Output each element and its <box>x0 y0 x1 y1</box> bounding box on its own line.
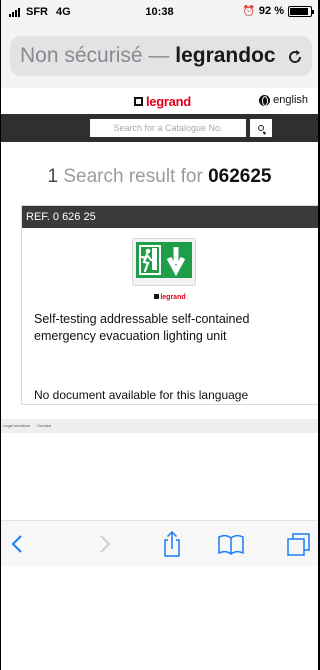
globe-icon <box>259 94 271 106</box>
tabs-button[interactable] <box>284 529 314 559</box>
bookmarks-icon <box>218 534 244 555</box>
bookmarks-button[interactable] <box>216 529 246 559</box>
result-count: 1 <box>47 166 59 187</box>
product-image[interactable] <box>132 238 196 286</box>
tabs-icon <box>287 533 310 556</box>
search-icon <box>258 125 264 131</box>
language-label: english <box>273 94 308 106</box>
security-label: Non sécurisé — <box>20 44 170 67</box>
logo-mark-icon <box>134 97 143 106</box>
product-brand-logo: legrand <box>22 294 318 301</box>
footer-link-legal[interactable]: Legal mentions <box>3 423 30 428</box>
logo-text: legrand <box>146 94 191 109</box>
share-button[interactable] <box>157 529 187 559</box>
address-bar[interactable]: Non sécurisé — legrandoc <box>10 36 312 76</box>
mini-logo-mark-icon <box>154 294 160 299</box>
reload-icon <box>289 49 302 63</box>
documents-notice: No document available for this language <box>34 388 249 402</box>
site-footer: Legal mentions Contact <box>1 419 318 433</box>
browser-address-area: Non sécurisé — legrandoc <box>1 26 318 88</box>
search-button[interactable] <box>250 119 272 137</box>
battery-fill <box>290 7 308 15</box>
result-label: Search result for <box>63 166 203 187</box>
card-divider <box>22 404 318 405</box>
back-button[interactable] <box>3 529 33 559</box>
back-icon <box>11 535 22 553</box>
forward-button[interactable] <box>89 529 119 559</box>
alarm-icon: ⏰ <box>242 5 255 17</box>
legrand-logo[interactable]: legrand <box>134 94 191 109</box>
footer-link-contact[interactable]: Contact <box>37 423 51 428</box>
reload-button[interactable] <box>282 36 304 76</box>
product-reference: REF. 0 626 25 <box>22 206 318 228</box>
product-brand-text: legrand <box>160 294 186 301</box>
product-description[interactable]: Self-testing addressable self-contained … <box>34 311 304 345</box>
catalogue-search-input[interactable] <box>90 119 246 137</box>
phone-screen: SFR 4G 10:38 ⏰ 92 % Non sécurisé — legra… <box>1 0 318 670</box>
forward-icon <box>100 535 111 553</box>
language-link[interactable]: english <box>259 94 308 106</box>
battery-percent: 92 % <box>258 5 284 17</box>
status-bar: SFR 4G 10:38 ⏰ 92 % <box>1 0 318 26</box>
blank-area <box>1 566 318 670</box>
result-heading: 1 Search result for 062625 <box>1 166 318 188</box>
product-card[interactable]: REF. 0 626 25 legrand Self-testing addre… <box>21 205 318 405</box>
search-band <box>1 114 318 142</box>
domain-text: legrandoc <box>175 44 276 67</box>
browser-toolbar <box>1 520 318 566</box>
battery-info: ⏰ 92 % <box>242 5 314 17</box>
exit-sign-icon <box>136 242 192 278</box>
result-query: 062625 <box>208 166 272 187</box>
share-icon <box>164 530 180 557</box>
battery-icon <box>288 5 314 17</box>
site-header: legrand english <box>1 88 318 114</box>
